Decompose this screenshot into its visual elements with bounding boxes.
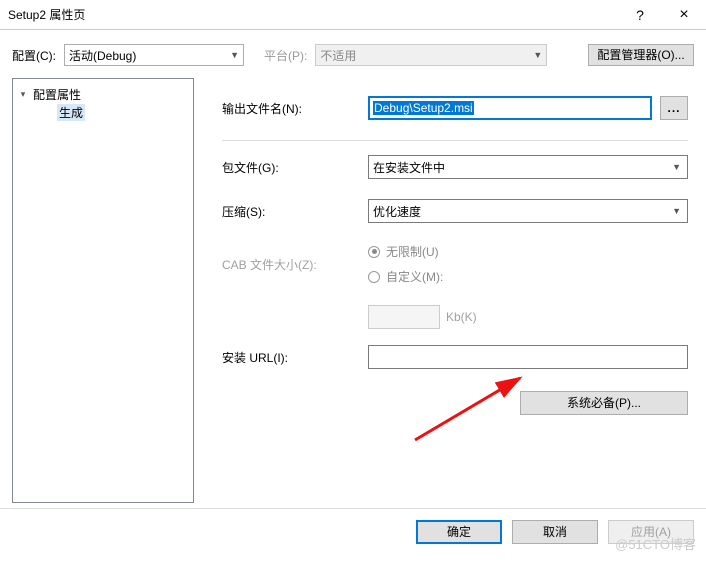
- platform-value: 不适用: [320, 47, 356, 64]
- prerequisites-button[interactable]: 系统必备(P)...: [520, 391, 688, 415]
- tree-panel: ▾ 配置属性 生成: [12, 78, 194, 503]
- tree-root[interactable]: ▾ 配置属性: [17, 85, 189, 103]
- divider: [222, 140, 688, 141]
- platform-select: 不适用 ▼: [315, 44, 547, 66]
- titlebar: Setup2 属性页 ? ×: [0, 0, 706, 30]
- install-url-input[interactable]: [368, 345, 688, 369]
- compression-select[interactable]: 优化速度 ▼: [368, 199, 688, 223]
- cab-size-label: CAB 文件大小(Z):: [222, 256, 368, 273]
- compression-label: 压缩(S):: [222, 203, 368, 220]
- ok-button[interactable]: 确定: [416, 520, 502, 544]
- tree-item-build[interactable]: 生成: [57, 103, 189, 121]
- tree-item-label: 生成: [57, 104, 85, 121]
- install-url-label: 安装 URL(I):: [222, 349, 368, 366]
- config-select[interactable]: 活动(Debug) ▼: [64, 44, 244, 66]
- output-filename-input[interactable]: Debug\Setup2.msi: [368, 96, 652, 120]
- config-manager-button[interactable]: 配置管理器(O)...: [588, 44, 694, 66]
- close-button[interactable]: ×: [662, 0, 706, 30]
- radio-icon: [368, 246, 380, 258]
- form-panel: 输出文件名(N): Debug\Setup2.msi ... 包文件(G): 在…: [194, 78, 694, 508]
- config-value: 活动(Debug): [69, 47, 136, 64]
- cab-custom-label: 自定义(M):: [386, 268, 443, 285]
- chevron-down-icon: ▼: [672, 206, 681, 216]
- radio-icon: [368, 271, 380, 283]
- cab-unlimited-radio: 无限制(U): [368, 243, 443, 260]
- browse-button[interactable]: ...: [660, 96, 688, 120]
- collapse-icon[interactable]: ▾: [17, 89, 29, 100]
- cancel-button[interactable]: 取消: [512, 520, 598, 544]
- chevron-down-icon: ▼: [672, 162, 681, 172]
- kb-label: Kb(K): [446, 310, 477, 324]
- cab-custom-radio: 自定义(M):: [368, 268, 443, 285]
- platform-label: 平台(P):: [264, 47, 307, 64]
- output-filename-label: 输出文件名(N):: [222, 100, 368, 117]
- package-file-value: 在安装文件中: [373, 159, 445, 176]
- cab-unlimited-label: 无限制(U): [386, 243, 439, 260]
- tree-root-label: 配置属性: [33, 86, 81, 103]
- window-title: Setup2 属性页: [8, 6, 618, 23]
- help-button[interactable]: ?: [618, 0, 662, 30]
- package-file-label: 包文件(G):: [222, 159, 368, 176]
- watermark: @51CTO博客: [615, 534, 696, 553]
- chevron-down-icon: ▼: [230, 50, 239, 60]
- chevron-down-icon: ▼: [533, 50, 542, 60]
- footer: 确定 取消 应用(A): [0, 508, 706, 554]
- body: ▾ 配置属性 生成 输出文件名(N): Debug\Setup2.msi ...…: [0, 70, 706, 508]
- cab-size-input: [368, 305, 440, 329]
- config-label: 配置(C):: [12, 47, 56, 64]
- compression-value: 优化速度: [373, 203, 421, 220]
- toolbar: 配置(C): 活动(Debug) ▼ 平台(P): 不适用 ▼ 配置管理器(O)…: [0, 40, 706, 70]
- package-file-select[interactable]: 在安装文件中 ▼: [368, 155, 688, 179]
- output-filename-value: Debug\Setup2.msi: [373, 101, 474, 115]
